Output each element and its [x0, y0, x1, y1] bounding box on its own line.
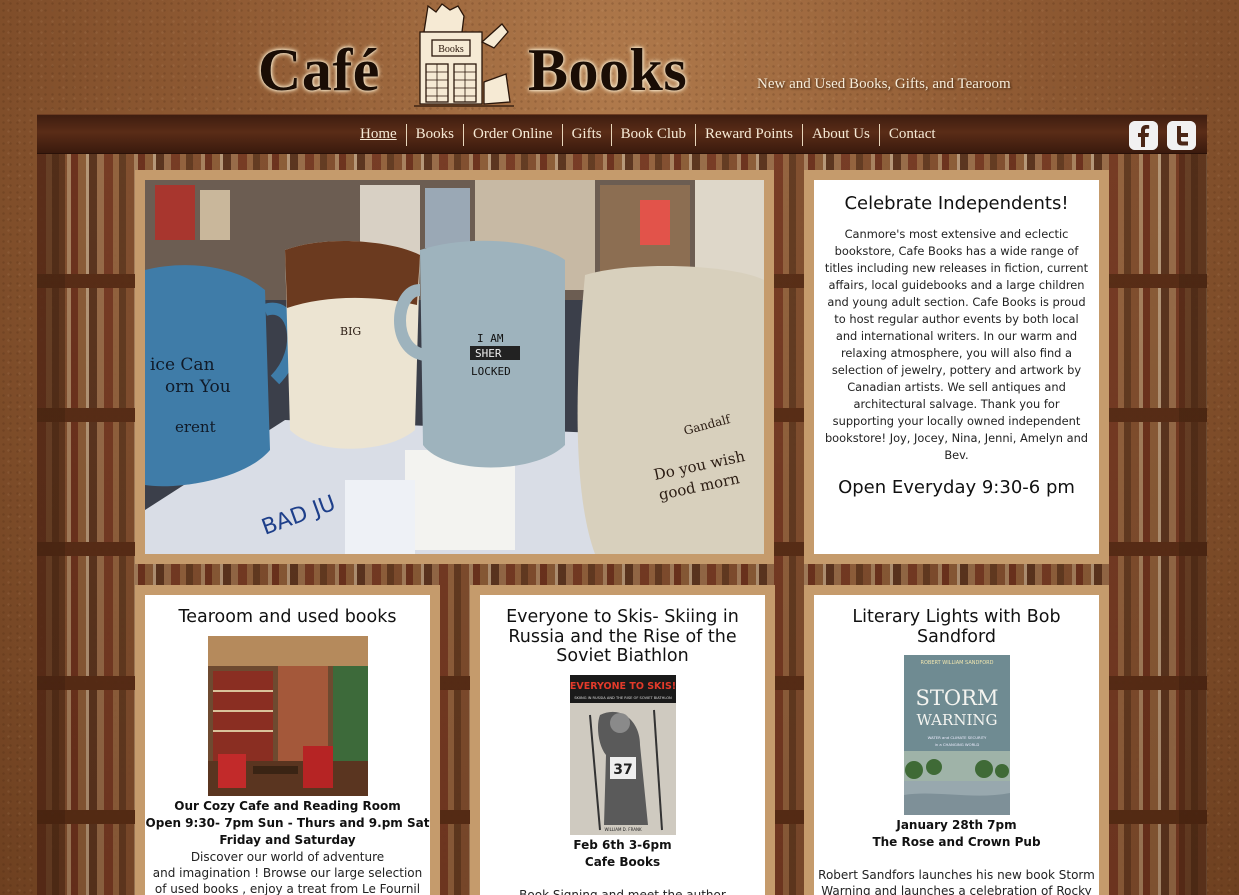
nav-contact[interactable]: Contact: [878, 124, 945, 146]
hero-photo[interactable]: BAD JU ice Can orn You erent BIG I AM SH…: [145, 180, 764, 554]
nav-links: Home Books Order Online Gifts Book Club …: [351, 124, 945, 146]
svg-text:orn You: orn You: [165, 377, 231, 397]
card-bold-line: The Rose and Crown Pub: [872, 835, 1041, 849]
svg-text:erent: erent: [175, 418, 216, 436]
book-cover-everyone-to-skis[interactable]: EVERYONE TO SKIS! SKIING IN RUSSIA AND T…: [569, 674, 676, 835]
mug-sher-line1: I AM: [477, 332, 504, 345]
book-title: EVERYONE TO SKIS!: [570, 681, 676, 692]
nav-books[interactable]: Books: [405, 124, 463, 146]
nav-order-online[interactable]: Order Online: [463, 124, 562, 146]
store-hours: Open Everyday 9:30-6 pm: [838, 477, 1075, 498]
logo-text-cafe[interactable]: Café: [258, 36, 380, 105]
book-author: WILLIAM D. FRANK: [604, 827, 642, 832]
nav-reward-points[interactable]: Reward Points: [695, 124, 802, 146]
book-title-line1: STORM: [915, 686, 998, 710]
card-title[interactable]: Tearoom and used books: [145, 607, 430, 628]
card-text: Discover our world of adventure and imag…: [152, 849, 423, 895]
mug-big-text: BIG: [340, 325, 361, 338]
card-text: Book Signing and meet the author: [519, 887, 726, 895]
card-bold-line: Feb 6th 3-6pm: [573, 837, 672, 852]
card-text: Robert Sandfors launches his new book St…: [818, 868, 1095, 895]
tagline: New and Used Books, Gifts, and Tearoom: [757, 76, 1011, 92]
card-title[interactable]: Everyone to Skis- Skiing in Russia and t…: [480, 607, 765, 667]
card-bold-line: Open 9:30- 7pm Sun - Thurs and 9.pm Sat: [145, 815, 430, 830]
card-bold-line: January 28th 7pm: [896, 818, 1017, 832]
book-author: ROBERT WILLIAM SANDFORD: [920, 660, 993, 666]
card-bold-line: Our Cozy Cafe and Reading Room: [174, 798, 401, 813]
intro-body: Canmore's most extensive and eclectic bo…: [824, 227, 1089, 462]
hero-photo-frame: BAD JU ice Can orn You erent BIG I AM SH…: [135, 170, 774, 564]
nav-home[interactable]: Home: [351, 124, 406, 146]
site-header: Café Books Books New and Used Books, Gif…: [0, 0, 1239, 114]
logo-sign-text: Books: [438, 44, 464, 55]
storefront-logo-icon[interactable]: Books: [410, 2, 520, 110]
book-title-line2: WARNING: [916, 711, 997, 729]
intro-heading: Celebrate Independents!: [844, 193, 1069, 214]
nav-about-us[interactable]: About Us: [801, 124, 879, 146]
card-tearoom: Tearoom and used books Our Cozy Cafe and…: [135, 585, 440, 895]
card-title[interactable]: Literary Lights with Bob Sandford: [814, 607, 1099, 647]
card-bold-line: Cafe Books: [584, 854, 661, 869]
book-subtitle: SKIING IN RUSSIA AND THE RISE OF SOVIET …: [574, 696, 672, 700]
card-everyone-to-skis: Everyone to Skis- Skiing in Russia and t…: [470, 585, 775, 895]
logo-text-books[interactable]: Books: [528, 36, 687, 105]
book-cover-storm-warning[interactable]: ROBERT WILLIAM SANDFORD STORM WARNING WA…: [903, 655, 1010, 815]
mug-left-text: ice Can: [150, 355, 215, 375]
card-bold-line: Friday and Saturday: [219, 832, 356, 847]
book-subtitle: WATER and CLIMATE SECURITY: [927, 735, 986, 740]
facebook-icon[interactable]: [1129, 121, 1158, 150]
twitter-icon[interactable]: [1167, 121, 1196, 150]
main-nav: Home Books Order Online Gifts Book Club …: [37, 114, 1207, 154]
mugs-photo: BAD JU ice Can orn You erent BIG I AM SH…: [145, 180, 764, 554]
intro-panel: Celebrate Independents! Canmore's most e…: [804, 170, 1109, 564]
card-literary-lights: Literary Lights with Bob Sandford ROBERT…: [804, 585, 1109, 895]
nav-book-club[interactable]: Book Club: [610, 124, 695, 146]
bib-number: 37: [613, 762, 632, 778]
tearoom-photo[interactable]: [207, 635, 368, 796]
svg-text:SHER: SHER: [475, 347, 502, 360]
svg-text:LOCKED: LOCKED: [471, 365, 511, 378]
svg-text:in a CHANGING WORLD: in a CHANGING WORLD: [934, 742, 979, 747]
nav-gifts[interactable]: Gifts: [561, 124, 611, 146]
